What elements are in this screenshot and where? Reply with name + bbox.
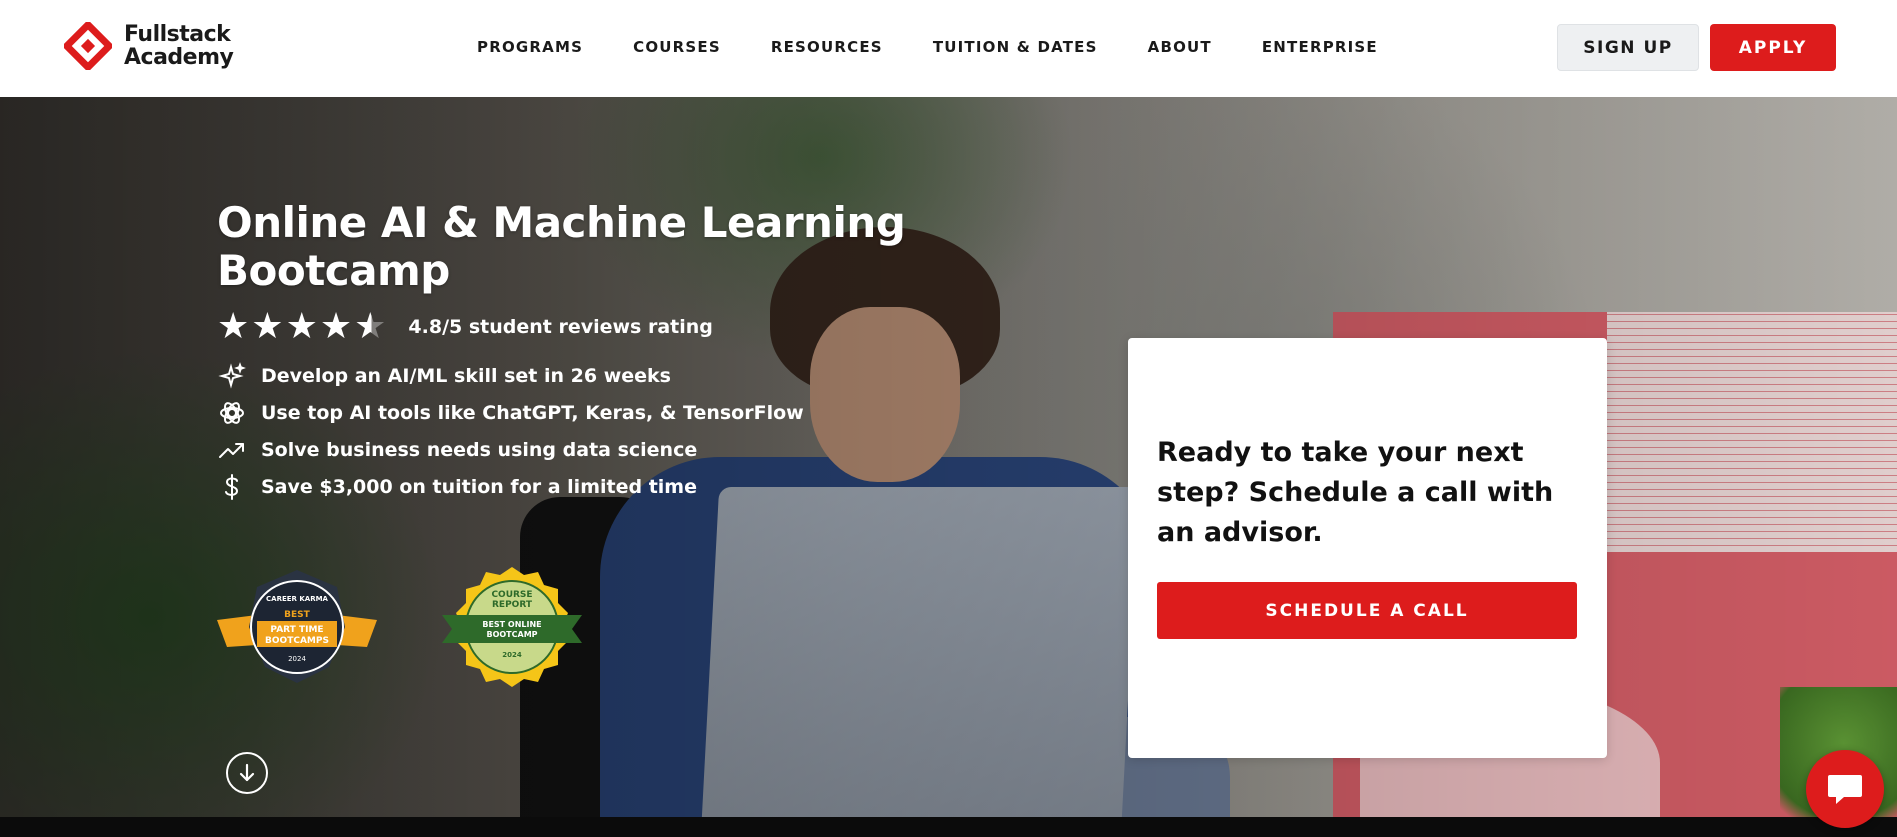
apply-button[interactable]: APPLY — [1710, 24, 1836, 71]
hero-section: Online AI & Machine Learning Bootcamp ★ … — [0, 97, 1897, 817]
logo-line-1: Fullstack — [124, 22, 231, 47]
scroll-down-button[interactable] — [226, 752, 268, 794]
nav-about[interactable]: ABOUT — [1148, 38, 1212, 56]
career-karma-badge: CAREER KARMA BEST PART TIME BOOTCAMPS 20… — [217, 565, 377, 695]
openai-icon — [217, 398, 247, 428]
sign-up-button[interactable]: SIGN UP — [1557, 24, 1699, 71]
award-badges: CAREER KARMA BEST PART TIME BOOTCAMPS 20… — [217, 565, 592, 695]
chat-bubble-icon — [1828, 775, 1862, 804]
dollar-icon — [217, 472, 247, 502]
feature-text: Solve business needs using data science — [261, 438, 698, 461]
nav-programs[interactable]: PROGRAMS — [477, 38, 583, 56]
schedule-call-card: Ready to take your next step? Schedule a… — [1128, 338, 1607, 758]
hero-content: Online AI & Machine Learning Bootcamp ★ … — [217, 199, 917, 505]
feature-item: Develop an AI/ML skill set in 26 weeks — [217, 357, 917, 394]
badge-line-2: PART TIME — [270, 625, 323, 635]
course-report-badge: COURSE REPORT BEST ONLINE BOOTCAMP 2024 — [432, 565, 592, 695]
feature-item: Save $3,000 on tuition for a limited tim… — [217, 468, 917, 505]
rating-stars: ★ ★ ★ ★ ★ — [217, 309, 386, 345]
star-half-icon: ★ — [354, 306, 387, 347]
logo[interactable]: Fullstack Academy — [61, 19, 234, 73]
badge-line-3: BOOTCAMPS — [265, 636, 329, 646]
bottom-bar — [0, 817, 1897, 837]
nav-enterprise[interactable]: ENTERPRISE — [1262, 38, 1378, 56]
nav-courses[interactable]: COURSES — [633, 38, 721, 56]
nav-resources[interactable]: RESOURCES — [771, 38, 883, 56]
feature-item: Use top AI tools like ChatGPT, Keras, & … — [217, 394, 917, 431]
rating-text: 4.8/5 student reviews rating — [408, 316, 713, 338]
rating: ★ ★ ★ ★ ★ 4.8/5 student reviews rating — [217, 309, 917, 345]
badge-line-1: BEST ONLINE — [482, 620, 541, 629]
star-icon: ★ — [217, 306, 250, 347]
badge-org: CAREER KARMA — [266, 595, 329, 603]
schedule-call-button[interactable]: SCHEDULE A CALL — [1157, 582, 1577, 639]
badge-year: 2024 — [288, 655, 306, 663]
arrow-down-icon — [239, 763, 255, 782]
badge-org-1: COURSE — [491, 590, 532, 600]
star-icon: ★ — [319, 306, 353, 347]
nav-tuition-dates[interactable]: TUITION & DATES — [933, 38, 1098, 56]
badge-org-2: REPORT — [492, 600, 533, 610]
trending-up-icon — [217, 435, 247, 465]
hero-title: Online AI & Machine Learning Bootcamp — [217, 198, 906, 295]
star-icon: ★ — [285, 306, 318, 347]
feature-text: Save $3,000 on tuition for a limited tim… — [261, 475, 697, 498]
badge-line-1: BEST — [284, 610, 310, 620]
logo-mark-icon — [61, 19, 115, 73]
chat-button[interactable] — [1806, 750, 1884, 828]
feature-item: Solve business needs using data science — [217, 431, 917, 468]
star-icon: ★ — [251, 306, 284, 347]
card-heading: Ready to take your next step? Schedule a… — [1157, 437, 1554, 548]
badge-line-2: BOOTCAMP — [486, 630, 537, 639]
logo-line-2: Academy — [124, 45, 234, 70]
logo-text: Fullstack Academy — [124, 22, 234, 70]
site-header: Fullstack Academy PROGRAMS COURSES RESOU… — [0, 0, 1897, 97]
feature-text: Develop an AI/ML skill set in 26 weeks — [261, 364, 671, 387]
main-nav: PROGRAMS COURSES RESOURCES TUITION & DAT… — [477, 38, 1378, 56]
feature-list: Develop an AI/ML skill set in 26 weeks U… — [217, 357, 917, 505]
badge-year: 2024 — [502, 651, 522, 659]
sparkle-icon — [217, 361, 247, 391]
feature-text: Use top AI tools like ChatGPT, Keras, & … — [261, 401, 804, 424]
